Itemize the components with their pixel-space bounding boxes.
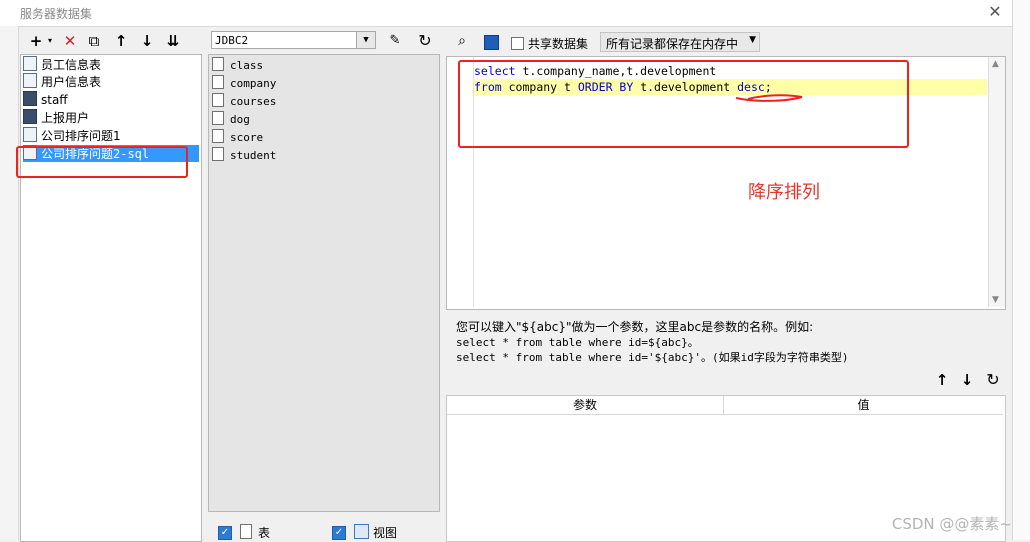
tree-item[interactable]: 上报用户 [23,109,89,126]
close-icon[interactable]: ✕ [986,3,1004,21]
table-checkbox[interactable]: ✓ [218,526,232,540]
refresh-icon[interactable]: ↻ [415,31,435,51]
connection-select-value: JDBC2 [215,34,249,47]
table-header: 参数 值 [447,396,1003,415]
table-icon [212,75,224,89]
tree-item[interactable]: staff [23,91,68,108]
table-filter-label: 表 [258,526,271,540]
db-table-icon [23,109,37,124]
list-item[interactable]: courses [212,93,276,110]
copy-icon[interactable]: ⧉ [84,31,104,51]
annotation-box-sql [458,60,909,148]
tree-item-label: 上报用户 [41,111,90,125]
list-item[interactable]: company [212,75,276,92]
param-refresh-icon[interactable]: ↻ [983,370,1003,390]
preview-icon[interactable]: ⌕ [452,31,472,51]
dataset-tree: 员工信息表 用户信息表 staff 上报用户 公司排序问题1 公司排序问题2-s… [20,54,202,542]
save-parameter-icon[interactable] [484,35,499,50]
view-checkbox[interactable]: ✓ [332,526,346,540]
window-title: 服务器数据集 [20,7,93,21]
move-down-icon[interactable]: ↓ [137,31,157,51]
shared-checkbox[interactable] [511,37,524,50]
param-up-icon[interactable]: ↑ [932,370,952,390]
dataset-toolbar: + ▾ ✕ ⧉ ↑ ↓ ⇊ [20,29,200,53]
list-item[interactable]: class [212,57,263,74]
table-icon [212,129,224,143]
add-dropdown-icon[interactable]: ▾ [40,31,60,51]
annotation-underline-desc [735,94,803,102]
tree-item-label: 用户信息表 [41,75,102,89]
table-name: courses [230,95,277,108]
tree-item[interactable]: 公司排序问题1 [23,127,121,144]
title-bar: 服务器数据集 ✕ [0,0,1030,27]
connection-select[interactable]: JDBC2 ▼ [211,31,376,49]
param-down-icon[interactable]: ↓ [957,370,977,390]
db-table-icon [23,91,37,106]
hint-line-3: select * from table where id='${abc}'。(如… [456,351,849,364]
chevron-down-icon: ▼ [356,32,375,48]
view-icon [354,524,369,539]
move-up-icon[interactable]: ↑ [111,31,131,51]
scroll-down-icon[interactable]: ▼ [992,295,999,305]
annotation-box-selected-dataset [16,146,188,178]
edit-connection-icon[interactable]: ✎ [385,31,405,51]
tree-item[interactable]: 员工信息表 [23,56,101,73]
dataset-icon [23,56,37,71]
list-item[interactable]: score [212,129,263,146]
tree-item-label: staff [41,93,68,107]
shared-label: 共享数据集 [528,37,589,51]
table-name: student [230,149,277,162]
tree-item[interactable]: 用户信息表 [23,73,101,90]
tree-item-label: 员工信息表 [41,58,102,72]
hint-line-1: 您可以键入"${abc}"做为一个参数，这里abc是参数的名称。例如: [456,320,814,334]
cache-mode-value: 所有记录都保存在内存中 [606,37,739,51]
table-name: dog [230,113,250,126]
view-filter-label: 视图 [373,526,398,540]
delete-icon[interactable]: ✕ [60,31,80,51]
move-bottom-icon[interactable]: ⇊ [163,31,183,51]
dataset-icon [23,73,37,88]
table-name: score [230,131,264,144]
column-header-param[interactable]: 参数 [447,396,724,414]
chevron-down-icon: ▼ [749,35,756,45]
background-row-numbers [0,26,19,540]
table-icon [212,57,224,71]
list-item[interactable]: student [212,147,276,164]
hint-line-2: select * from table where id=${abc}。 [456,336,699,349]
scroll-up-icon[interactable]: ▲ [992,59,999,69]
editor-scrollbar[interactable]: ▲ ▼ [988,57,1005,307]
background-right-strip [1012,0,1030,540]
table-name: class [230,59,264,72]
column-header-value[interactable]: 值 [724,396,1003,414]
table-list: class company courses dog score student [208,54,440,512]
dataset-icon [23,127,37,142]
tree-item-label: 公司排序问题1 [41,129,121,143]
table-name: company [230,77,277,90]
table-icon [212,147,224,161]
table-icon [212,93,224,107]
table-filter-bar: ✓ 表 ✓ 视图 [208,512,438,540]
list-item[interactable]: dog [212,111,250,128]
watermark: CSDN @@素素~ [891,515,1012,533]
sql-toolbar: ⌕ 共享数据集 所有记录都保存在内存中 ▼ [446,29,1006,55]
table-icon [212,111,224,125]
cache-mode-select[interactable]: 所有记录都保存在内存中 ▼ [600,32,760,52]
annotation-note: 降序排列 [748,182,820,203]
table-icon [240,524,252,539]
